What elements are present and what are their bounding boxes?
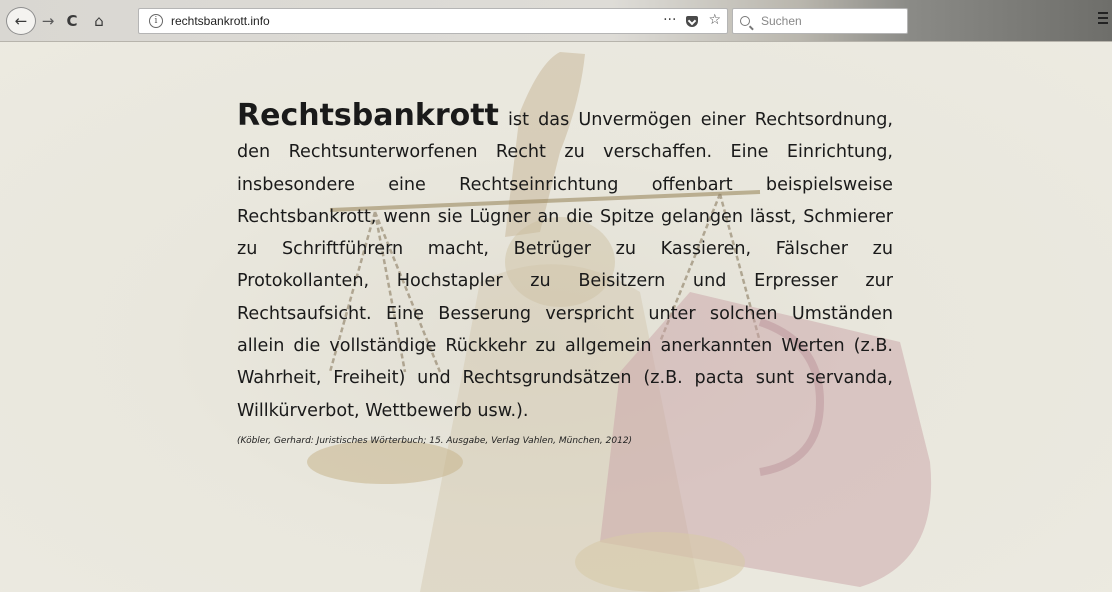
reload-button[interactable]: C — [62, 9, 82, 33]
back-arrow-icon: ← — [14, 12, 28, 30]
article-body: ist das Unvermögen einer Rechtsordnung, … — [237, 110, 893, 421]
home-button[interactable]: ⌂ — [88, 9, 110, 33]
article-paragraph: Rechtsbankrott ist das Unvermögen einer … — [237, 98, 893, 427]
reload-icon: C — [66, 12, 78, 30]
site-info-icon[interactable]: i — [149, 14, 163, 28]
forward-button[interactable]: → — [38, 9, 58, 33]
url-text[interactable]: rechtsbankrott.info — [171, 14, 270, 28]
search-box[interactable] — [732, 8, 908, 34]
pocket-icon[interactable] — [686, 16, 699, 27]
page-content: Rechtsbankrott ist das Unvermögen einer … — [0, 42, 1112, 592]
citation: (Köbler, Gerhard: Juristisches Wörterbuc… — [237, 435, 633, 446]
article-title: Rechtsbankrott — [237, 98, 499, 133]
hamburger-menu-icon[interactable] — [1098, 12, 1108, 24]
search-input[interactable] — [759, 13, 903, 29]
address-bar-actions: ··· ☆ — [663, 12, 721, 28]
search-icon — [740, 16, 750, 26]
forward-arrow-icon: → — [41, 12, 55, 30]
article: Rechtsbankrott ist das Unvermögen einer … — [237, 98, 893, 446]
back-button[interactable]: ← — [6, 7, 36, 35]
page-actions-icon[interactable]: ··· — [663, 12, 676, 28]
bookmark-star-icon[interactable]: ☆ — [708, 12, 721, 28]
browser-toolbar: ← → C ⌂ i rechtsbankrott.info ··· ☆ — [0, 0, 1112, 42]
home-icon: ⌂ — [94, 12, 104, 30]
address-bar[interactable]: i rechtsbankrott.info ··· ☆ — [138, 8, 728, 34]
